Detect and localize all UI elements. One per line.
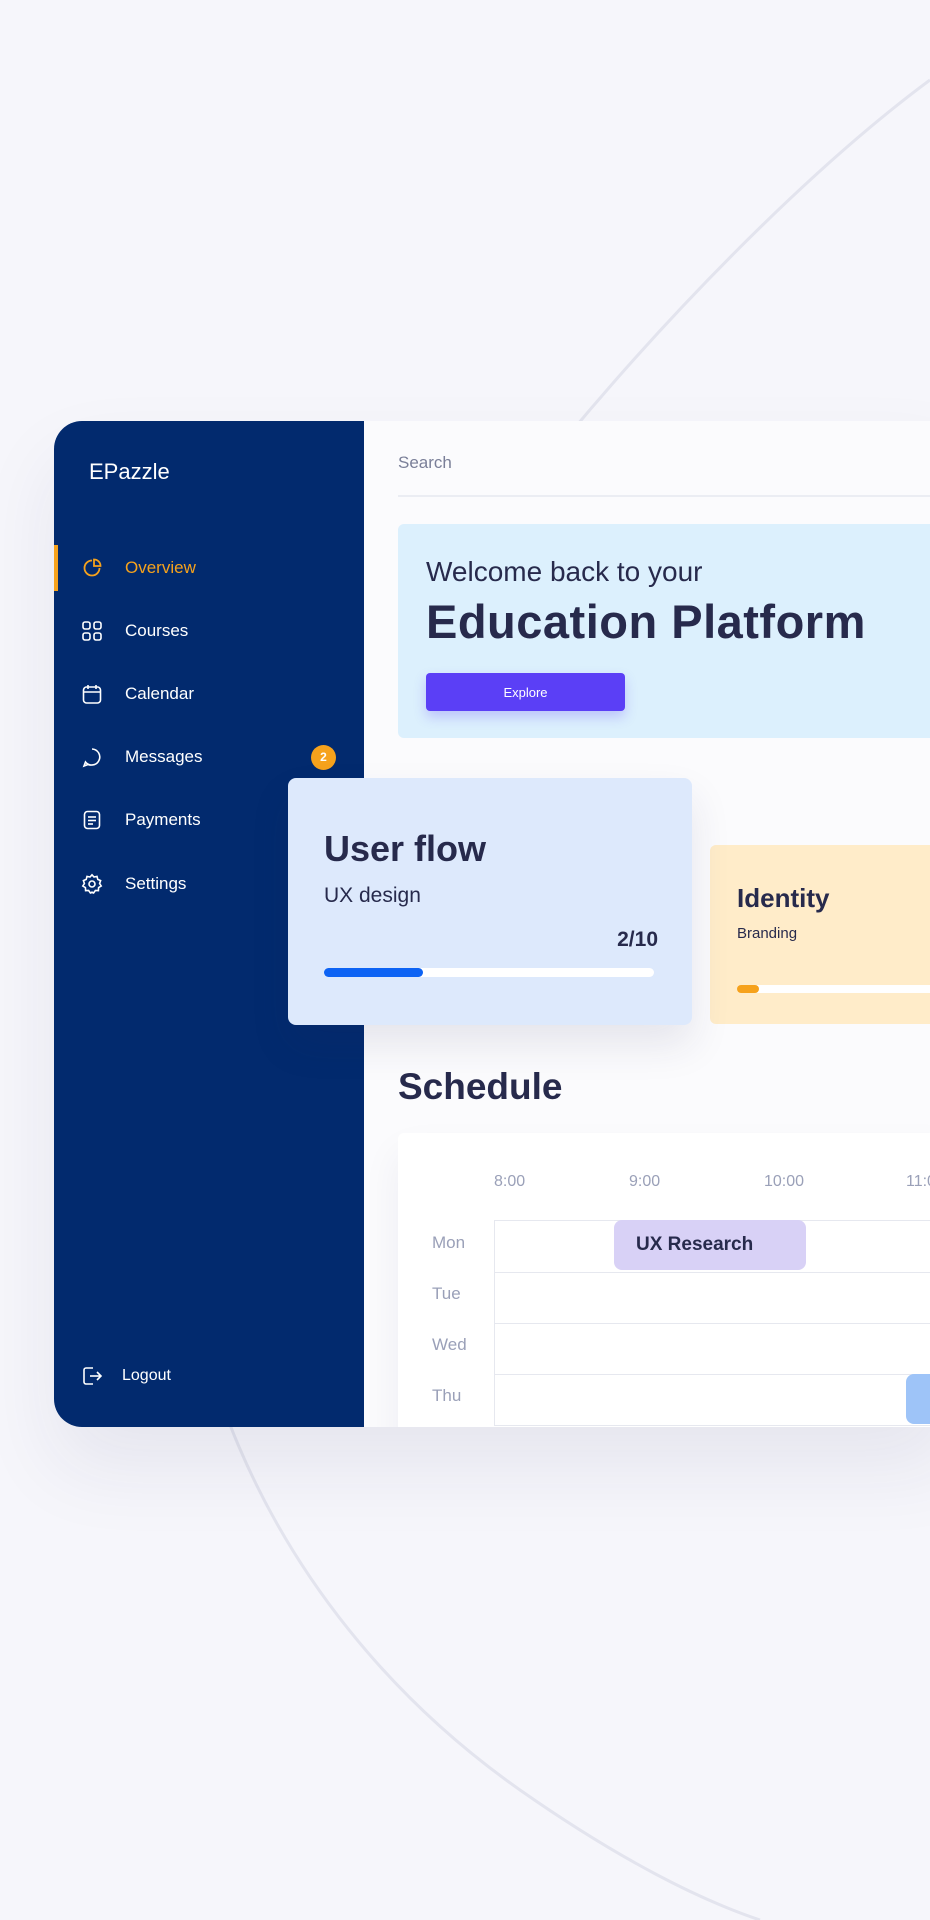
course-title: User flow	[324, 828, 487, 869]
logout-button[interactable]: Logout	[54, 1361, 364, 1391]
course-title: Identity	[737, 883, 830, 913]
schedule-card: 8:00 9:00 10:00 11:0 Mon Tue Wed Thu UX …	[398, 1133, 930, 1427]
grid-line	[495, 1323, 930, 1324]
schedule-title: Schedule	[398, 1066, 563, 1107]
calendar-icon	[82, 685, 102, 704]
day-label: Wed	[432, 1335, 467, 1354]
active-indicator	[54, 545, 58, 591]
sidebar-item-messages[interactable]: Messages 2	[54, 734, 364, 780]
event-ux-research[interactable]: UX Research	[614, 1220, 806, 1270]
day-label: Tue	[432, 1284, 461, 1303]
grid-icon	[82, 621, 102, 641]
welcome-title: Education Platform	[426, 595, 866, 648]
welcome-banner: Welcome back to your Education Platform …	[398, 524, 930, 738]
time-label: 11:0	[906, 1173, 930, 1190]
logout-label: Logout	[122, 1367, 171, 1384]
progress-fill	[737, 985, 759, 993]
search-input[interactable]: Search	[398, 445, 930, 481]
grid-line	[495, 1374, 930, 1375]
time-label: 10:00	[764, 1173, 805, 1190]
progress-track	[737, 985, 930, 993]
sidebar-item-label: Overview	[125, 558, 196, 577]
brand-logo[interactable]: EPazzle	[89, 459, 170, 485]
course-card-identity[interactable]: Identity Branding	[710, 845, 930, 1024]
event-thursday[interactable]	[906, 1374, 930, 1424]
welcome-subtitle: Welcome back to your	[426, 556, 703, 587]
time-label: 8:00	[494, 1173, 526, 1190]
logout-icon	[83, 1367, 103, 1385]
sidebar-item-courses[interactable]: Courses	[54, 608, 364, 654]
course-subtitle: Branding	[737, 925, 798, 942]
document-icon	[83, 810, 101, 830]
chat-icon	[82, 748, 101, 768]
sidebar-item-overview[interactable]: Overview	[54, 545, 364, 591]
day-label: Mon	[432, 1233, 466, 1252]
day-label: Thu	[432, 1386, 462, 1405]
grid-line	[495, 1272, 930, 1273]
course-subtitle: UX design	[324, 884, 421, 907]
progress-fill	[324, 968, 423, 977]
search-underline	[398, 495, 930, 497]
messages-badge: 2	[311, 744, 336, 770]
sidebar-item-label: Calendar	[125, 684, 194, 703]
progress-count: 2/10	[617, 928, 658, 951]
sidebar-item-calendar[interactable]: Calendar	[54, 671, 364, 717]
sidebar-item-label: Messages	[125, 747, 203, 766]
sidebar-item-label: Courses	[125, 621, 189, 640]
sidebar-item-label: Settings	[125, 874, 187, 893]
course-card-user-flow[interactable]: User flow UX design 2/10	[288, 778, 692, 1025]
pie-chart-icon	[83, 558, 102, 577]
sidebar-item-label: Payments	[125, 810, 201, 829]
explore-button[interactable]: Explore	[426, 673, 625, 711]
progress-track	[324, 968, 654, 977]
gear-icon	[81, 873, 103, 895]
time-label: 9:00	[629, 1173, 661, 1190]
